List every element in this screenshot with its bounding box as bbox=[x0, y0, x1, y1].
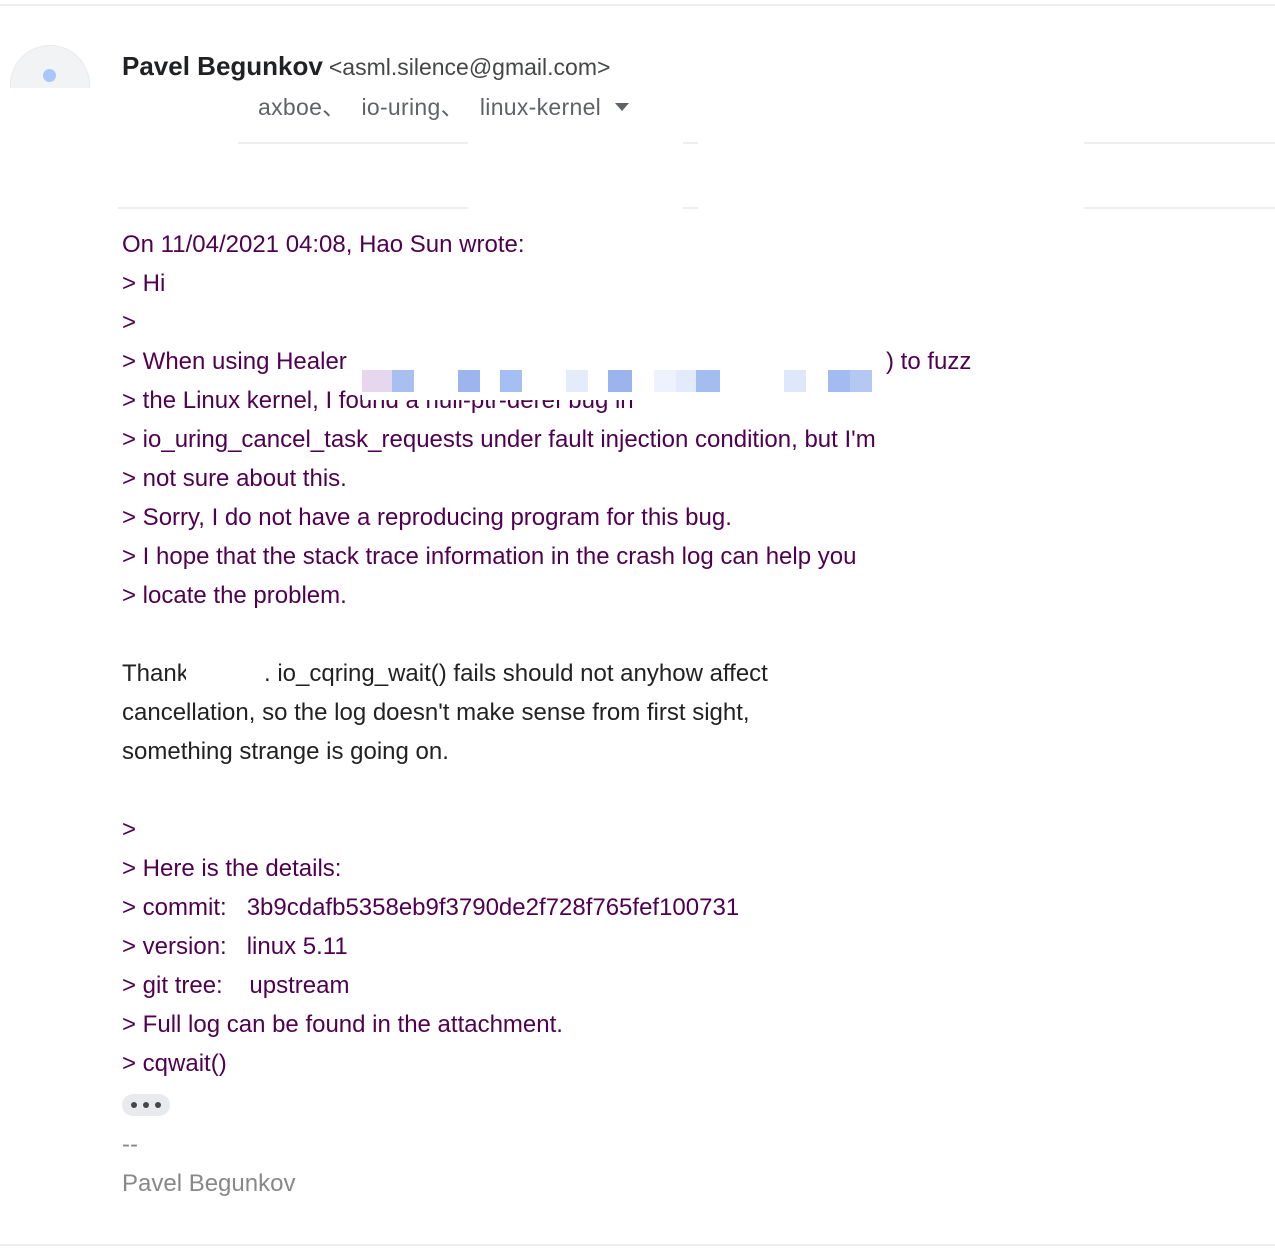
body-divider bbox=[118, 207, 468, 209]
sender-line: Pavel Begunkov <asml.silence@gmail.com> bbox=[122, 50, 610, 83]
quoted-line: > not sure about this. bbox=[122, 465, 347, 492]
quoted-line: > commit: 3b9cdafb5358eb9f3790de2f728f76… bbox=[122, 894, 740, 921]
recipient: linux-kernel bbox=[479, 94, 602, 120]
header-divider bbox=[1084, 142, 1275, 144]
recipients-toggle[interactable]: axboe、 io-uring、 linux-kernel bbox=[258, 92, 630, 122]
quoted-line-tail: ) to fuzz bbox=[886, 348, 972, 375]
quoted-line: > Hi bbox=[122, 270, 166, 297]
header-divider bbox=[238, 142, 468, 144]
body-divider bbox=[1084, 207, 1275, 209]
avatar-dot bbox=[43, 69, 56, 82]
reply-line: Thank bbox=[122, 660, 189, 687]
sender-email: <asml.silence@gmail.com> bbox=[328, 54, 611, 80]
quoted-line: > Full log can be found in the attachmen… bbox=[122, 1011, 563, 1038]
chevron-down-icon[interactable] bbox=[615, 102, 630, 111]
header-divider bbox=[683, 142, 698, 144]
reply-line: . io_cqring_wait() fails should not anyh… bbox=[264, 660, 768, 687]
recipient: io-uring、 bbox=[361, 94, 464, 120]
recipient: axboe、 bbox=[258, 94, 346, 120]
dot bbox=[143, 1102, 149, 1108]
quote-header: On 11/04/2021 04:08, Hao Sun wrote: bbox=[122, 231, 525, 258]
quoted-line: > git tree: upstream bbox=[122, 972, 350, 999]
signature-name: Pavel Begunkov bbox=[122, 1170, 296, 1197]
top-divider bbox=[0, 4, 1275, 6]
redaction-mask bbox=[186, 657, 264, 691]
bottom-divider bbox=[0, 1244, 1275, 1246]
quoted-line: > io_uring_cancel_task_requests under fa… bbox=[122, 426, 876, 453]
quoted-line: > bbox=[122, 309, 137, 336]
sender-avatar[interactable] bbox=[10, 45, 90, 88]
sender-name[interactable]: Pavel Begunkov bbox=[122, 51, 323, 81]
signature-separator: -- bbox=[122, 1131, 138, 1158]
show-trimmed-content-button[interactable] bbox=[122, 1094, 170, 1116]
reply-line: something strange is going on. bbox=[122, 738, 449, 765]
dot bbox=[155, 1102, 161, 1108]
dot bbox=[131, 1102, 137, 1108]
quoted-line: > locate the problem. bbox=[122, 582, 347, 609]
quoted-line: > When using Healer bbox=[122, 348, 347, 375]
quoted-line: > cqwait() bbox=[122, 1050, 227, 1077]
reply-line: cancellation, so the log doesn't make se… bbox=[122, 699, 750, 726]
body-divider bbox=[683, 207, 698, 209]
redaction-overlay bbox=[362, 352, 882, 400]
quoted-line: > Sorry, I do not have a reproducing pro… bbox=[122, 504, 732, 531]
quoted-line: > bbox=[122, 816, 137, 843]
quoted-line: > version: linux 5.11 bbox=[122, 933, 348, 960]
quoted-line: > I hope that the stack trace informatio… bbox=[122, 543, 857, 570]
quoted-line: > Here is the details: bbox=[122, 855, 342, 882]
